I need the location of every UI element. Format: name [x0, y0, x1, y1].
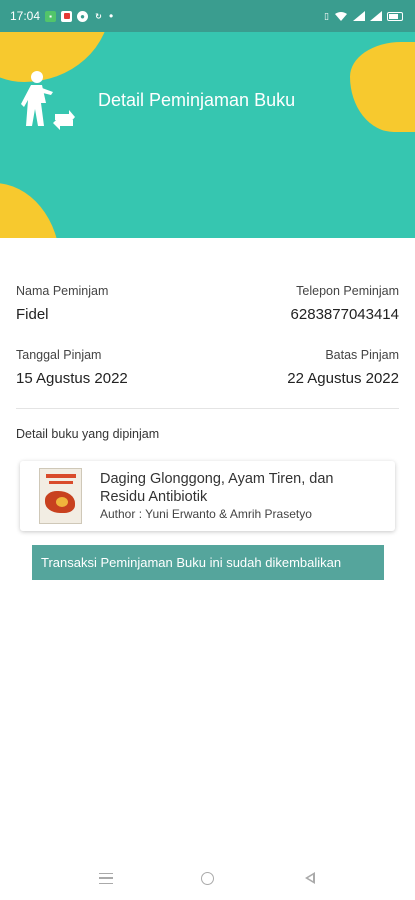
wifi-icon [335, 11, 347, 21]
borrower-name: Nama Peminjam Fidel [16, 284, 108, 323]
menu-icon [98, 872, 113, 884]
decorative-blob [350, 42, 415, 132]
borrowed-books-label: Detail buku yang dipinjam [16, 427, 160, 441]
borrower-row: Nama Peminjam Fidel Telepon Peminjam 628… [16, 284, 399, 323]
dot-icon: • [109, 9, 114, 23]
back-icon [304, 872, 315, 884]
book-author: Author : Yuni Erwanto & Amrih Prasetyo [100, 507, 312, 521]
signal-icon [353, 11, 365, 21]
home-button[interactable] [196, 866, 220, 890]
back-button[interactable] [298, 866, 322, 890]
decorative-blob [0, 183, 60, 238]
app-icon: ● [77, 10, 89, 22]
borrower-name-label: Nama Peminjam [16, 284, 109, 298]
divider [16, 408, 399, 409]
notification-icon: ▪ [45, 10, 57, 22]
book-title: Daging Glonggong, Ayam Tiren, dan Residu… [100, 471, 334, 505]
borrow-date: Tanggal Pinjam 15 Agustus 2022 [16, 348, 128, 387]
returned-status-banner: Transaksi Peminjaman Buku ini sudah dike… [32, 545, 384, 580]
header: Detail Peminjaman Buku [0, 32, 415, 238]
book-card[interactable]: Daging Glonggong, Ayam Tiren, dan Residu… [20, 461, 395, 531]
vibrate-icon: ▯ [324, 10, 329, 21]
due-date-label: Batas Pinjam [325, 348, 399, 362]
status-left: 17:04 ▪ ● ↻ • [10, 9, 113, 23]
borrow-date-value: 15 Agustus 2022 [16, 370, 128, 387]
returned-status-text: Transaksi Peminjaman Buku ini sudah dike… [41, 555, 342, 570]
borrower-phone-value: 6283877043414 [290, 306, 399, 323]
status-right: ▯ [324, 11, 403, 22]
book-cover-image [39, 468, 82, 524]
due-date: Batas Pinjam 22 Agustus 2022 [287, 348, 399, 387]
status-time: 17:04 [10, 9, 41, 23]
dates-row: Tanggal Pinjam 15 Agustus 2022 Batas Pin… [16, 348, 399, 387]
borrower-name-value: Fidel [16, 306, 49, 323]
menu-button[interactable] [94, 866, 118, 890]
app-icon: ↻ [95, 11, 102, 21]
signal-icon [370, 11, 382, 21]
borrow-date-label: Tanggal Pinjam [16, 348, 102, 362]
borrower-phone-label: Telepon Peminjam [296, 284, 399, 298]
status-bar: 17:04 ▪ ● ↻ • ▯ [0, 0, 415, 32]
battery-icon [387, 11, 403, 21]
person-exchange-icon [21, 71, 75, 130]
app-icon [61, 10, 73, 22]
borrower-phone: Telepon Peminjam 6283877043414 [291, 284, 399, 323]
navigation-bar [0, 856, 415, 900]
due-date-value: 22 Agustus 2022 [287, 370, 399, 387]
page-title: Detail Peminjaman Buku [98, 90, 296, 110]
home-icon [201, 871, 214, 885]
